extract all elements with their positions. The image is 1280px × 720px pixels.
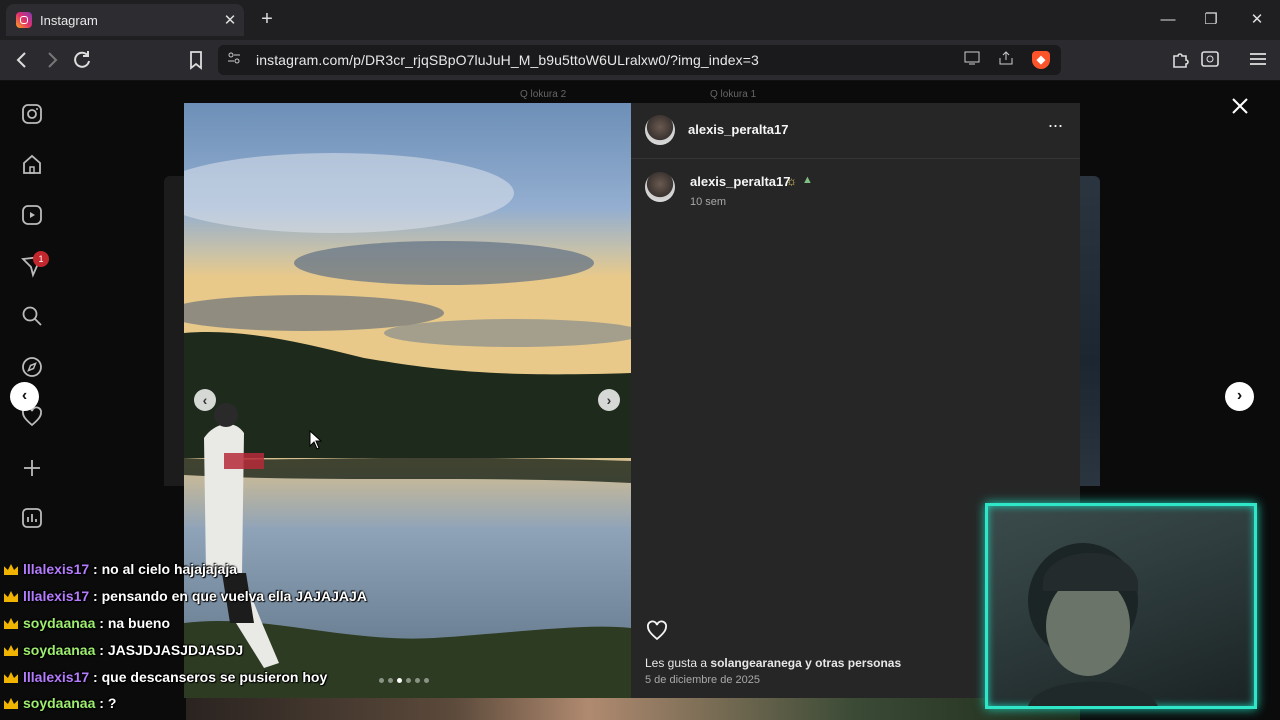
carousel-dot — [424, 678, 429, 683]
reload-icon[interactable] — [70, 48, 94, 72]
brave-shields-icon[interactable]: ◆ — [1032, 51, 1050, 69]
site-settings-icon[interactable] — [224, 50, 244, 70]
mouse-cursor-icon — [309, 430, 323, 450]
previous-post-button[interactable]: ‹ — [10, 382, 39, 411]
chat-message: lllalexis17 : que descanseros se pusiero… — [4, 669, 327, 691]
chat-username: soydaanaa — [23, 695, 96, 711]
cast-icon[interactable] — [962, 50, 982, 70]
post-author-username[interactable]: alexis_peralta17 — [688, 122, 788, 137]
background-post-card — [164, 176, 186, 486]
page-content: Q lokura 2 Q lokura 1 1 ‹ › alexis_peral… — [0, 81, 1280, 720]
browser-tab[interactable]: Instagram ✕ — [6, 4, 244, 36]
explore-icon[interactable] — [20, 355, 44, 379]
chat-text: : JASJDJASJDJASDJ — [95, 642, 244, 658]
menu-icon[interactable] — [1246, 48, 1270, 72]
chat-message: soydaanaa : na bueno — [4, 615, 170, 637]
carousel-dot — [415, 678, 420, 683]
chat-text: : pensando en que vuelva ella JAJAJAJA — [89, 588, 367, 604]
carousel-prev-button[interactable]: ‹ — [194, 389, 216, 411]
carousel-dot — [388, 678, 393, 683]
wallet-icon[interactable] — [1198, 48, 1222, 72]
like-heart-icon[interactable] — [645, 619, 669, 643]
avatar[interactable] — [645, 115, 675, 145]
browser-titlebar: Instagram ✕ + — ❐ ✕ — [0, 0, 1280, 40]
minimize-button[interactable]: — — [1148, 8, 1188, 32]
home-icon[interactable] — [20, 153, 44, 177]
background-feed-strip — [186, 697, 1080, 720]
likes-prefix: Les gusta a — [645, 656, 711, 670]
caption-mountain-emoji: ▲ — [802, 174, 813, 186]
close-modal-icon[interactable] — [1228, 94, 1252, 118]
address-bar[interactable]: instagram.com/p/DR3cr_rjqSBpO7luJuH_M_b9… — [218, 45, 1061, 75]
crown-badge-icon — [4, 645, 18, 656]
caption-sun-emoji: ☼ — [786, 174, 797, 188]
chat-text: : no al cielo hajajajaja — [89, 561, 238, 577]
crown-badge-icon — [4, 672, 18, 683]
next-post-button[interactable]: › — [1225, 382, 1254, 411]
chat-text: : na bueno — [95, 615, 171, 631]
carousel-next-button[interactable]: › — [598, 389, 620, 411]
new-tab-button[interactable]: + — [256, 8, 278, 30]
chat-username: soydaanaa — [23, 615, 96, 631]
tab-title: Instagram — [40, 12, 98, 28]
chat-text: : que descanseros se pusieron hoy — [89, 669, 328, 685]
bookmark-icon[interactable] — [184, 48, 208, 72]
background-post-card — [1080, 176, 1100, 486]
more-options-icon[interactable]: ··· — [1045, 116, 1065, 139]
webcam-frame — [985, 503, 1257, 709]
chat-text: : ? — [95, 695, 117, 711]
background-story-label: Q lokura 1 — [710, 89, 757, 100]
chat-username: lllalexis17 — [23, 561, 90, 577]
likes-suffix[interactable]: y otras personas — [802, 656, 901, 670]
carousel-dot — [406, 678, 411, 683]
likes-summary[interactable]: Les gusta a solangearanega y otras perso… — [645, 656, 901, 670]
dashboard-icon[interactable] — [20, 506, 44, 530]
chat-username: lllalexis17 — [23, 669, 90, 685]
notification-badge: 1 — [33, 251, 49, 267]
back-icon[interactable] — [10, 48, 34, 72]
carousel-dot — [379, 678, 384, 683]
instagram-logo-icon[interactable] — [20, 102, 44, 126]
carousel-indicator — [379, 678, 429, 683]
carousel-dot-active — [397, 678, 402, 683]
chat-message: lllalexis17 : no al cielo hajajajaja — [4, 561, 237, 583]
chat-message: lllalexis17 : pensando en que vuelva ell… — [4, 588, 367, 610]
post-header: alexis_peralta17 ··· — [631, 103, 1080, 159]
share-icon[interactable] — [996, 50, 1016, 70]
crown-badge-icon — [4, 591, 18, 602]
crown-badge-icon — [4, 618, 18, 629]
instagram-favicon-icon — [16, 12, 32, 28]
background-story-label: Q lokura 2 — [520, 89, 567, 100]
reels-icon[interactable] — [20, 203, 44, 227]
tab-close-icon[interactable]: ✕ — [216, 11, 244, 29]
crown-badge-icon — [4, 564, 18, 575]
create-icon[interactable] — [20, 456, 44, 480]
likes-user[interactable]: solangearanega — [710, 656, 801, 670]
chat-username: soydaanaa — [23, 642, 96, 658]
chat-username: lllalexis17 — [23, 588, 90, 604]
browser-toolbar: instagram.com/p/DR3cr_rjqSBpO7luJuH_M_b9… — [0, 40, 1280, 81]
crown-badge-icon — [4, 698, 18, 709]
caption-avatar[interactable] — [645, 172, 675, 202]
post-date: 5 de diciembre de 2025 — [645, 674, 760, 686]
chat-message: soydaanaa : JASJDJASJDJASDJ — [4, 642, 243, 664]
webcam-overlay — [985, 503, 1257, 709]
caption-time-ago[interactable]: 10 sem — [690, 196, 726, 208]
forward-icon[interactable] — [40, 48, 64, 72]
close-window-button[interactable]: ✕ — [1237, 8, 1277, 32]
chat-message: soydaanaa : ? — [4, 695, 116, 717]
extensions-icon[interactable] — [1168, 48, 1192, 72]
url-text[interactable]: instagram.com/p/DR3cr_rjqSBpO7luJuH_M_b9… — [256, 52, 759, 68]
search-icon[interactable] — [20, 304, 44, 328]
maximize-button[interactable]: ❐ — [1191, 8, 1231, 32]
caption-author-username[interactable]: alexis_peralta17 — [690, 174, 790, 189]
